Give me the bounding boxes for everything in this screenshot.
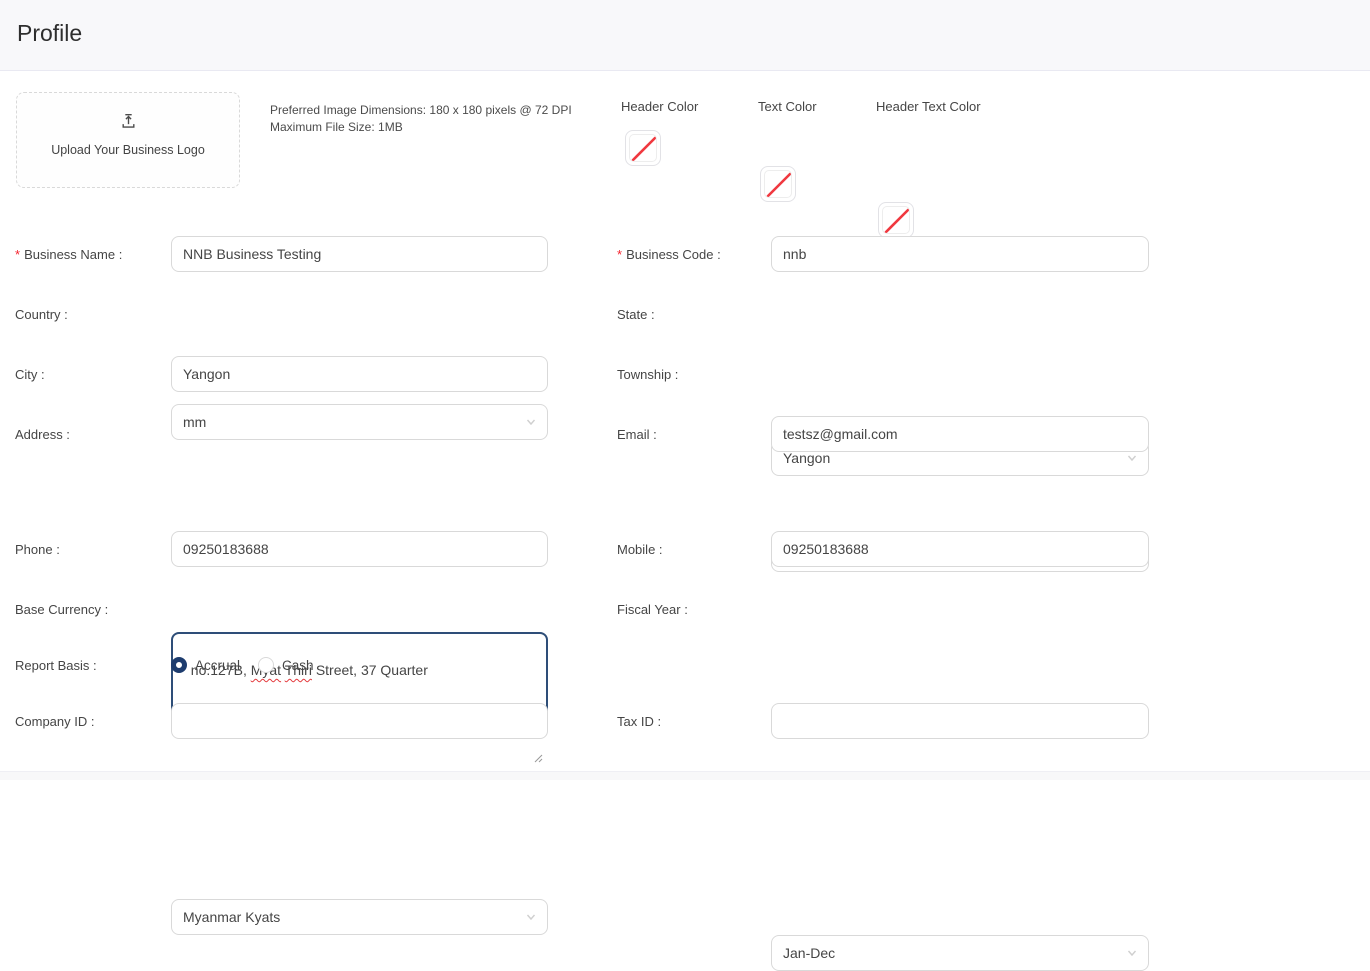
hint-max-file-size: Maximum File Size: 1MB bbox=[270, 119, 572, 136]
base-currency-value: Myanmar Kyats bbox=[183, 909, 280, 925]
upload-hints: Preferred Image Dimensions: 180 x 180 pi… bbox=[270, 102, 572, 136]
country-select[interactable]: mm bbox=[171, 404, 548, 440]
country-label: Country : bbox=[15, 296, 68, 332]
radio-selected-icon bbox=[171, 657, 187, 673]
business-name-label: * Business Name : bbox=[15, 236, 122, 272]
header-color-label: Header Color bbox=[621, 99, 698, 114]
township-label: Township : bbox=[617, 356, 678, 392]
phone-input[interactable] bbox=[171, 531, 548, 567]
upload-logo-button[interactable]: Upload Your Business Logo bbox=[16, 92, 240, 188]
business-name-input[interactable] bbox=[171, 236, 548, 272]
report-basis-label: Report Basis : bbox=[15, 647, 97, 683]
chevron-down-icon bbox=[525, 416, 537, 428]
company-id-label: Company ID : bbox=[15, 703, 94, 739]
required-asterisk: * bbox=[15, 247, 20, 262]
fiscal-year-label: Fiscal Year : bbox=[617, 591, 688, 627]
radio-unselected-icon bbox=[258, 657, 274, 673]
text-color-swatch[interactable] bbox=[760, 166, 796, 202]
header-color-swatch[interactable] bbox=[625, 130, 661, 166]
text-color-label: Text Color bbox=[758, 99, 817, 114]
mobile-input[interactable] bbox=[771, 531, 1149, 567]
footer-strip bbox=[0, 771, 1370, 780]
required-asterisk: * bbox=[617, 247, 622, 262]
city-input[interactable] bbox=[171, 356, 548, 392]
fiscal-year-select[interactable]: Jan-Dec bbox=[771, 935, 1149, 971]
page-title: Profile bbox=[17, 20, 82, 47]
base-currency-select[interactable]: Myanmar Kyats bbox=[171, 899, 548, 935]
company-id-input[interactable] bbox=[171, 703, 548, 739]
city-label: City : bbox=[15, 356, 45, 392]
radio-accrual[interactable]: Accrual bbox=[171, 657, 240, 673]
page-header bbox=[0, 0, 1370, 71]
email-label: Email : bbox=[617, 416, 657, 452]
no-color-icon bbox=[629, 134, 657, 162]
address-text: Street, 37 Quarter bbox=[312, 662, 428, 678]
upload-icon bbox=[120, 113, 137, 130]
fiscal-year-value: Jan-Dec bbox=[783, 945, 835, 961]
phone-label: Phone : bbox=[15, 531, 60, 567]
tax-id-input[interactable] bbox=[771, 703, 1149, 739]
chevron-down-icon bbox=[1126, 947, 1138, 959]
base-currency-label: Base Currency : bbox=[15, 591, 108, 627]
chevron-down-icon bbox=[525, 911, 537, 923]
no-color-icon bbox=[764, 170, 792, 198]
header-text-color-swatch[interactable] bbox=[878, 202, 914, 238]
business-code-input[interactable] bbox=[771, 236, 1149, 272]
state-value: Yangon bbox=[783, 450, 830, 466]
hint-image-dimensions: Preferred Image Dimensions: 180 x 180 pi… bbox=[270, 102, 572, 119]
country-value: mm bbox=[183, 414, 206, 430]
report-basis-radio-group: Accrual Cash bbox=[171, 647, 314, 683]
state-label: State : bbox=[617, 296, 655, 332]
address-label: Address : bbox=[15, 416, 70, 452]
radio-cash[interactable]: Cash bbox=[258, 657, 314, 673]
mobile-label: Mobile : bbox=[617, 531, 663, 567]
upload-logo-label: Upload Your Business Logo bbox=[51, 143, 205, 157]
tax-id-label: Tax ID : bbox=[617, 703, 661, 739]
chevron-down-icon bbox=[1126, 452, 1138, 464]
no-color-icon bbox=[882, 206, 910, 234]
header-text-color-label: Header Text Color bbox=[876, 99, 981, 114]
email-input[interactable] bbox=[771, 416, 1149, 452]
business-code-label: * Business Code : bbox=[617, 236, 721, 272]
